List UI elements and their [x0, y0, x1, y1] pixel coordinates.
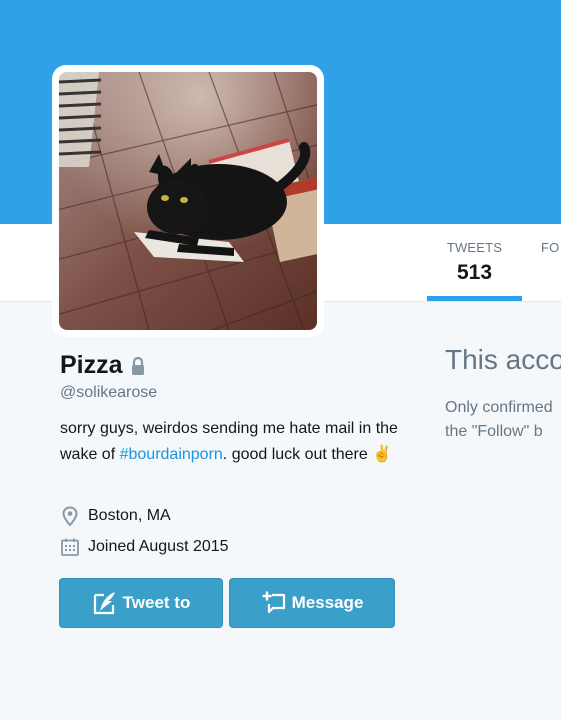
calendar-icon: [60, 537, 80, 557]
join-date-text: Joined August 2015: [88, 538, 229, 555]
profile-join-date: Joined August 2015: [60, 537, 229, 557]
profile-location: Boston, MA: [60, 506, 171, 527]
protected-account-body: Only confirmed the "Follow" b: [445, 396, 561, 444]
tweets-stat[interactable]: TWEETS 513: [427, 240, 522, 301]
compose-quill-icon: [92, 590, 118, 616]
message-plus-icon: [261, 590, 287, 616]
tweet-to-button[interactable]: Tweet to: [59, 578, 223, 628]
profile-name[interactable]: Pizza: [60, 351, 123, 380]
following-stat[interactable]: FO: [541, 240, 561, 255]
avatar-photo-cat: [59, 72, 317, 330]
profile-handle[interactable]: @solikearose: [60, 384, 157, 402]
protected-body-line-1: Only confirmed: [445, 399, 553, 416]
tweets-stat-value: 513: [456, 261, 493, 284]
message-label: Message: [291, 593, 364, 612]
message-button[interactable]: Message: [229, 578, 395, 628]
bio-hashtag-link[interactable]: #bourdainporn: [120, 446, 223, 463]
victory-hand-emoji: ✌: [372, 446, 393, 463]
protected-body-line-2: the "Follow" b: [445, 423, 543, 440]
profile-bio: sorry guys, weirdos sending me hate mail…: [60, 416, 405, 468]
location-pin-icon: [60, 506, 80, 527]
location-text[interactable]: Boston, MA: [88, 507, 171, 525]
following-stat-label: FO: [541, 240, 560, 255]
bio-text-end: . good luck out there: [222, 446, 373, 463]
lock-icon: [130, 356, 146, 376]
protected-account-title: This acco: [445, 344, 561, 375]
profile-name-row: Pizza: [60, 351, 146, 380]
tweets-stat-label: TWEETS: [446, 240, 503, 255]
tweet-to-label: Tweet to: [122, 593, 191, 612]
profile-avatar[interactable]: [52, 65, 324, 337]
